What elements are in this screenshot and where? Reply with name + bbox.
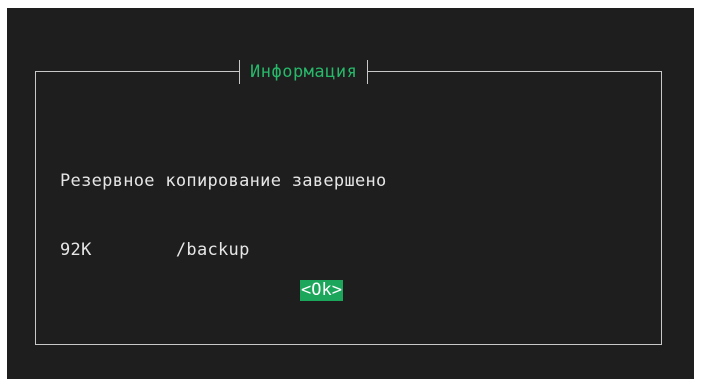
dialog-title-bar: Информация [239,60,369,84]
dialog-title: Информация [250,62,358,82]
message-line-size-path: 92K /backup [60,240,250,260]
title-right-tick [367,60,369,84]
message-line-status: Резервное копирование завершено [60,171,387,191]
ok-button[interactable]: <Ok> [300,280,343,301]
terminal-window: Информация Резервное копирование заверше… [7,8,694,379]
